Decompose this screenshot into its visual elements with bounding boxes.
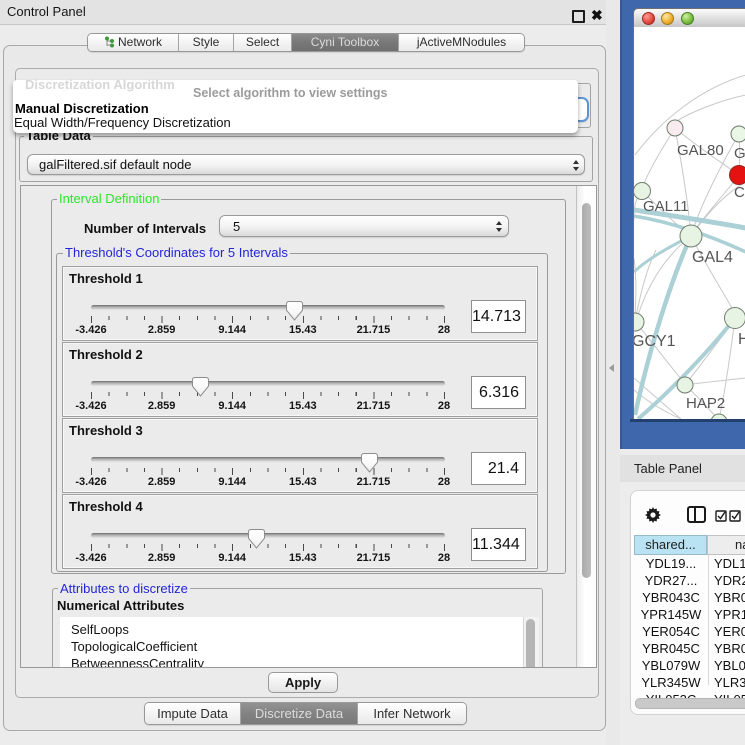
svg-text:GAL4: GAL4 — [692, 249, 733, 266]
svg-text:H: H — [738, 331, 745, 348]
svg-text:GCY1: GCY1 — [634, 333, 676, 350]
svg-text:GAL11: GAL11 — [643, 198, 689, 215]
svg-text:HAP2: HAP2 — [686, 395, 725, 412]
svg-text:GAL80: GAL80 — [677, 142, 724, 159]
svg-text:C: C — [734, 184, 745, 201]
svg-text:GA: GA — [734, 145, 745, 162]
